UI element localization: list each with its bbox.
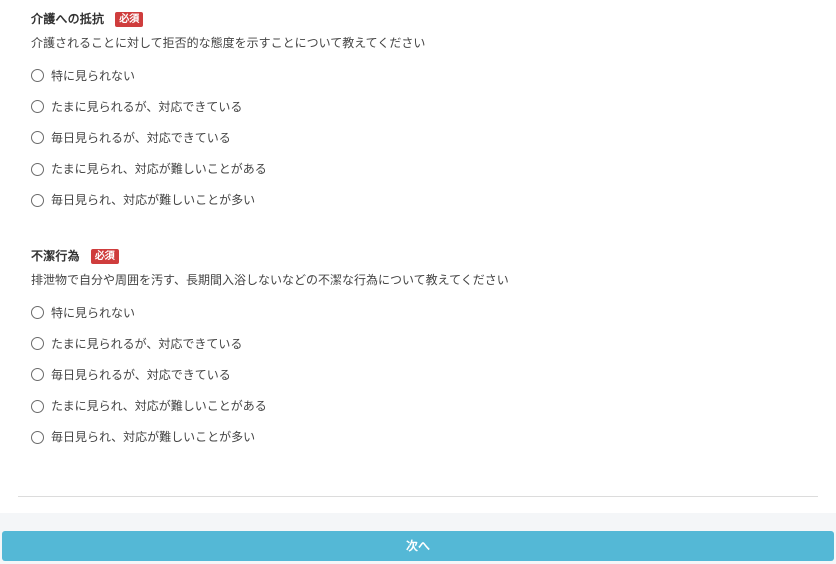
radio-option[interactable]: 毎日見られるが、対応できている: [31, 359, 811, 390]
radio-button[interactable]: [31, 162, 44, 176]
form-card: 介護への抵抗 必須 介護されることに対して拒否的な態度を示すことについて教えてく…: [0, 0, 836, 513]
radio-option-label[interactable]: 毎日見られるが、対応できている: [51, 367, 231, 383]
radio-option-label[interactable]: 特に見られない: [51, 305, 135, 321]
radio-option-label[interactable]: たまに見られ、対応が難しいことがある: [51, 161, 267, 177]
next-button[interactable]: 次へ: [2, 531, 834, 561]
radio-button[interactable]: [31, 399, 44, 413]
radio-option-label[interactable]: たまに見られるが、対応できている: [51, 99, 242, 115]
radio-button[interactable]: [31, 131, 44, 145]
radio-option-label[interactable]: 毎日見られ、対応が難しいことが多い: [51, 192, 255, 208]
radio-option[interactable]: たまに見られるが、対応できている: [31, 91, 811, 122]
radio-option-label[interactable]: 毎日見られるが、対応できている: [51, 130, 231, 146]
question-description: 排泄物で自分や周囲を汚す、長期間入浴しないなどの不潔な行為について教えてください: [31, 273, 509, 287]
radio-button[interactable]: [31, 193, 44, 207]
radio-option[interactable]: 毎日見られるが、対応できている: [31, 122, 811, 153]
question-header: 不潔行為 必須: [31, 246, 811, 266]
radio-option-label[interactable]: 特に見られない: [51, 68, 135, 84]
radio-option[interactable]: たまに見られるが、対応できている: [31, 328, 811, 359]
question-title: 介護への抵抗: [31, 12, 105, 26]
radio-button[interactable]: [31, 100, 44, 114]
required-badge: 必須: [115, 11, 144, 27]
radio-button[interactable]: [31, 368, 44, 382]
required-badge: 必須: [90, 248, 119, 264]
question-header: 介護への抵抗 必須: [31, 9, 811, 29]
question-unsanitary-behavior: 不潔行為 必須 排泄物で自分や周囲を汚す、長期間入浴しないなどの不潔な行為につい…: [31, 246, 811, 453]
radio-option-label[interactable]: 毎日見られ、対応が難しいことが多い: [51, 429, 255, 445]
radio-option[interactable]: 毎日見られ、対応が難しいことが多い: [31, 422, 811, 453]
radio-group-care-resistance: 特に見られない たまに見られるが、対応できている 毎日見られるが、対応できている…: [31, 60, 811, 216]
radio-button[interactable]: [31, 337, 44, 351]
radio-option[interactable]: たまに見られ、対応が難しいことがある: [31, 154, 811, 185]
radio-group-unsanitary-behavior: 特に見られない たまに見られるが、対応できている 毎日見られるが、対応できている…: [31, 297, 811, 453]
radio-option-label[interactable]: たまに見られ、対応が難しいことがある: [51, 398, 267, 414]
question-care-resistance: 介護への抵抗 必須 介護されることに対して拒否的な態度を示すことについて教えてく…: [31, 9, 811, 216]
radio-option-label[interactable]: たまに見られるが、対応できている: [51, 336, 242, 352]
divider: [18, 496, 818, 497]
radio-option[interactable]: 特に見られない: [31, 60, 811, 91]
question-title: 不潔行為: [31, 249, 80, 263]
radio-button[interactable]: [31, 69, 44, 83]
radio-option[interactable]: 毎日見られ、対応が難しいことが多い: [31, 185, 811, 216]
question-description: 介護されることに対して拒否的な態度を示すことについて教えてください: [31, 36, 426, 50]
radio-option[interactable]: たまに見られ、対応が難しいことがある: [31, 391, 811, 422]
radio-option[interactable]: 特に見られない: [31, 297, 811, 328]
radio-button[interactable]: [31, 430, 44, 444]
radio-button[interactable]: [31, 306, 44, 320]
